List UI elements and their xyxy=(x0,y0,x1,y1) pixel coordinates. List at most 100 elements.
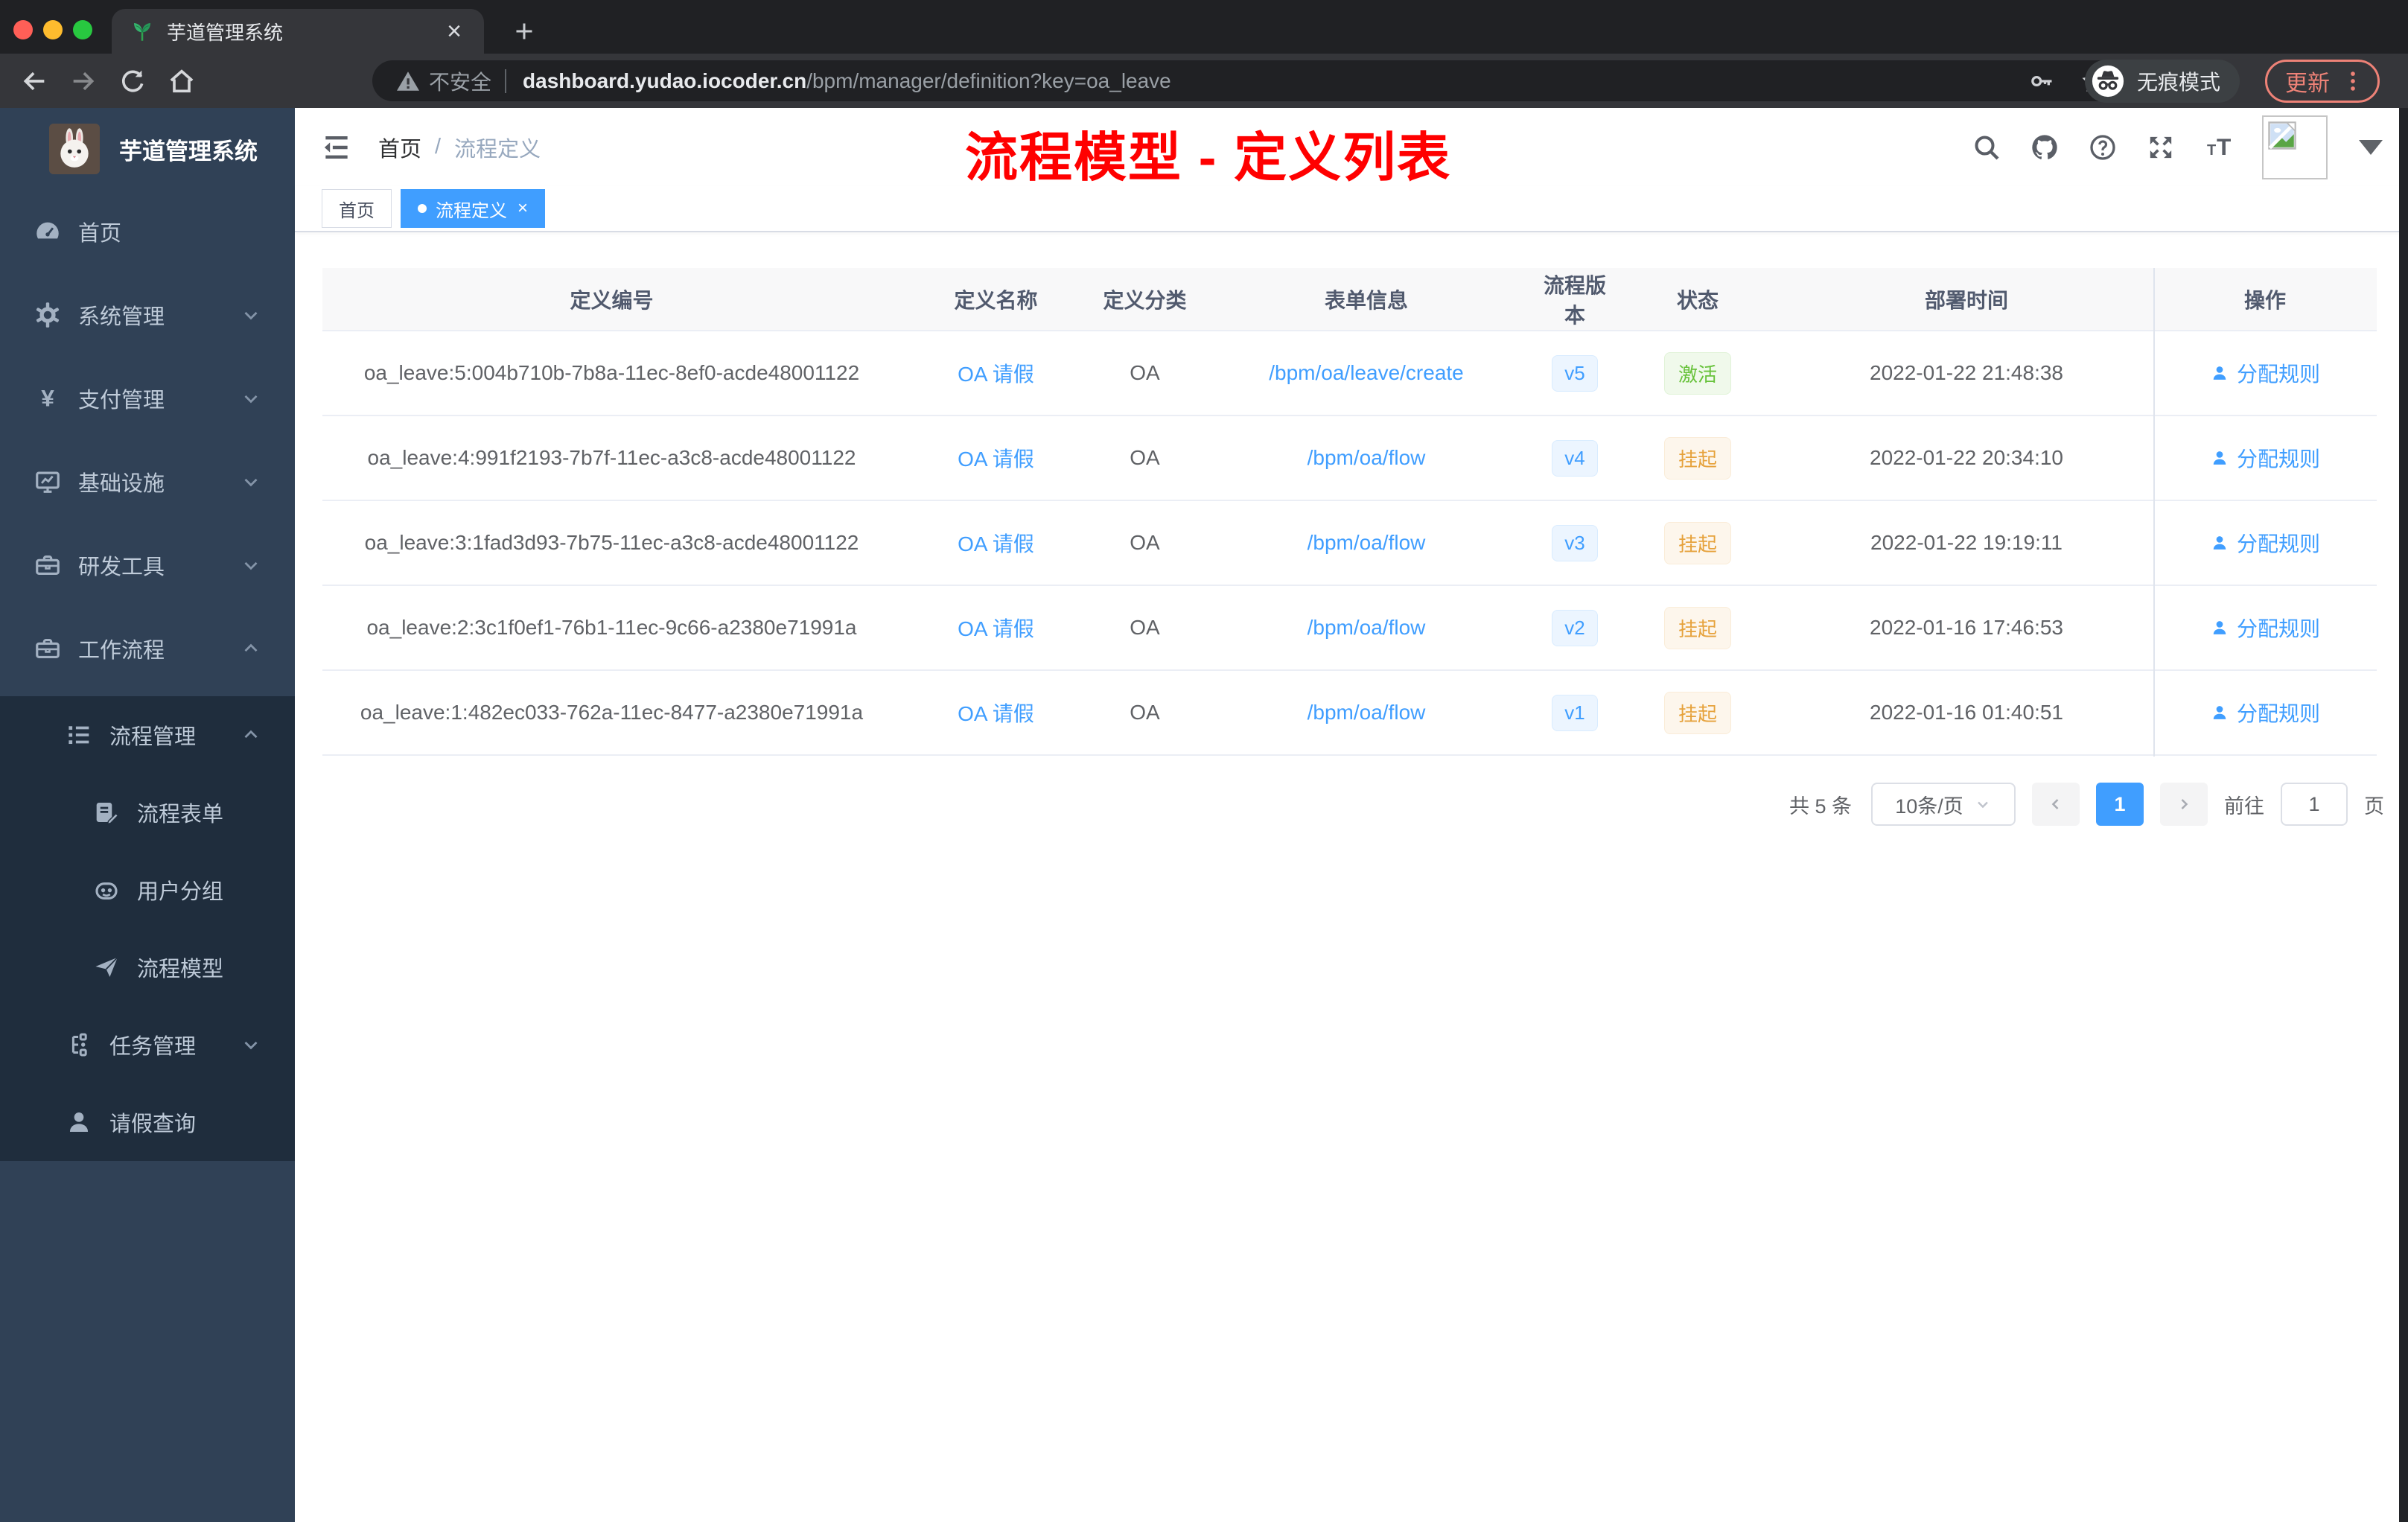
page-number-button[interactable]: 1 xyxy=(2096,783,2144,826)
table-body: oa_leave:5:004b710b-7b8a-11ec-8ef0-acde4… xyxy=(322,330,2377,756)
sidebar-item-toolbox[interactable]: 工作流程 xyxy=(0,607,295,690)
avatar-dropdown-caret-icon[interactable] xyxy=(2359,139,2383,155)
definition-name-link[interactable]: OA 请假 xyxy=(958,532,1034,555)
assign-rule-link[interactable]: 分配规则 xyxy=(2210,698,2320,727)
cell-status: 激活 xyxy=(1616,330,1780,416)
cell-form-link[interactable]: /bpm/oa/flow xyxy=(1199,585,1534,671)
home-button-icon[interactable] xyxy=(167,66,197,96)
cell-form-link[interactable]: /bpm/oa/leave/create xyxy=(1199,330,1534,416)
assign-rule-link[interactable]: 分配规则 xyxy=(2210,613,2320,643)
page-unit-label: 页 xyxy=(2364,795,2384,818)
sidebar-item-org[interactable]: 任务管理 xyxy=(0,1006,295,1083)
sidebar-item-yen[interactable]: ¥ 支付管理 xyxy=(0,357,295,440)
prev-page-button[interactable] xyxy=(2032,783,2080,826)
sidebar-item-list-tree[interactable]: 流程管理 xyxy=(0,696,295,774)
forward-button-icon[interactable] xyxy=(69,66,98,96)
cell-status: 挂起 xyxy=(1616,585,1780,671)
sidebar-item-monitor[interactable]: 基础设施 xyxy=(0,440,295,523)
sidebar-item-gauge[interactable]: 首页 xyxy=(0,190,295,273)
cell-definition-name[interactable]: OA 请假 xyxy=(901,330,1091,416)
sidebar-item-gear[interactable]: 系统管理 xyxy=(0,273,295,357)
help-icon[interactable] xyxy=(2088,133,2118,162)
assign-rule-link[interactable]: 分配规则 xyxy=(2210,443,2320,473)
tag-label: 首页 xyxy=(339,200,375,221)
page-scrollbar[interactable] xyxy=(2399,108,2408,1522)
cell-definition-name[interactable]: OA 请假 xyxy=(901,670,1091,756)
cell-action[interactable]: 分配规则 xyxy=(2153,585,2377,671)
status-tag: 挂起 xyxy=(1663,436,1731,480)
page-size-select[interactable]: 10条/页 xyxy=(1871,783,2016,826)
table-row: oa_leave:5:004b710b-7b8a-11ec-8ef0-acde4… xyxy=(322,330,2377,416)
cell-definition-name[interactable]: OA 请假 xyxy=(901,415,1091,501)
url-bar[interactable]: 不安全 dashboard.yudao.iocoder.cn/bpm/manag… xyxy=(372,60,2130,101)
sidebar-item-label: 首页 xyxy=(78,222,122,246)
search-icon[interactable] xyxy=(1972,133,2001,162)
sidebar-item-robot[interactable]: 用户分组 xyxy=(0,851,295,929)
new-tab-button[interactable] xyxy=(503,10,545,52)
column-header: 定义名称 xyxy=(901,268,1091,331)
goto-page-input[interactable] xyxy=(2281,783,2348,826)
sidebar-item-toolbox[interactable]: 研发工具 xyxy=(0,523,295,607)
fixed-column-divider xyxy=(2153,268,2155,757)
definition-name-link[interactable]: OA 请假 xyxy=(958,617,1034,640)
security-warning-icon[interactable] xyxy=(395,68,421,95)
cell-category: OA xyxy=(1091,585,1199,671)
cell-definition-name[interactable]: OA 请假 xyxy=(901,585,1091,671)
sidebar-item-plane[interactable]: 流程模型 xyxy=(0,929,295,1006)
browser-tab[interactable]: 芋道管理系统 × xyxy=(112,9,484,54)
breadcrumb-home[interactable]: 首页 xyxy=(378,132,421,163)
pagination: 共 5 条 10条/页 1 前往 页 xyxy=(322,783,2408,826)
window-minimize-button[interactable] xyxy=(43,20,63,39)
definition-name-link[interactable]: OA 请假 xyxy=(958,702,1034,725)
cell-form-link[interactable]: /bpm/oa/flow xyxy=(1199,415,1534,501)
cell-action[interactable]: 分配规则 xyxy=(2153,670,2377,756)
next-page-button[interactable] xyxy=(2160,783,2208,826)
sidebar-logo-row[interactable]: 芋道管理系统 xyxy=(0,108,295,190)
fullscreen-icon[interactable] xyxy=(2146,133,2176,162)
assign-rule-link[interactable]: 分配规则 xyxy=(2210,358,2320,388)
cell-form-link[interactable]: /bpm/oa/flow xyxy=(1199,670,1534,756)
form-link[interactable]: /bpm/oa/flow xyxy=(1307,446,1426,469)
sidebar-item-label: 研发工具 xyxy=(78,555,165,579)
avatar[interactable] xyxy=(2262,115,2328,179)
cell-action[interactable]: 分配规则 xyxy=(2153,415,2377,501)
sidebar-item-person[interactable]: 请假查询 xyxy=(0,1083,295,1161)
update-browser-button[interactable]: 更新 xyxy=(2265,60,2380,103)
overflow-menu-icon xyxy=(2351,71,2355,91)
broken-image-icon xyxy=(2267,120,2298,151)
cell-version: v3 xyxy=(1534,500,1616,586)
tag-active[interactable]: 流程定义 × xyxy=(401,189,546,228)
cell-action[interactable]: 分配规则 xyxy=(2153,500,2377,586)
cell-action[interactable]: 分配规则 xyxy=(2153,330,2377,416)
sidebar-item-label: 基础设施 xyxy=(78,472,165,496)
form-link[interactable]: /bpm/oa/flow xyxy=(1307,531,1426,554)
sidebar-item-label: 工作流程 xyxy=(78,639,165,663)
table-row: oa_leave:3:1fad3d93-7b75-11ec-a3c8-acde4… xyxy=(322,500,2377,586)
sidebar-toggle-icon[interactable] xyxy=(320,131,353,164)
cell-definition-name[interactable]: OA 请假 xyxy=(901,500,1091,586)
tag-close-icon[interactable]: × xyxy=(517,198,528,219)
column-header: 操作 xyxy=(2153,268,2377,331)
robot-icon xyxy=(92,876,121,904)
form-link[interactable]: /bpm/oa/flow xyxy=(1307,701,1426,724)
github-icon[interactable] xyxy=(2030,133,2060,162)
window-close-button[interactable] xyxy=(13,20,33,39)
reload-button-icon[interactable] xyxy=(118,66,147,96)
back-button-icon[interactable] xyxy=(19,66,49,96)
font-size-icon[interactable]: TT xyxy=(2204,133,2234,162)
definition-name-link[interactable]: OA 请假 xyxy=(958,363,1034,386)
cell-form-link[interactable]: /bpm/oa/flow xyxy=(1199,500,1534,586)
person-icon xyxy=(65,1108,93,1136)
form-link[interactable]: /bpm/oa/leave/create xyxy=(1269,361,1464,384)
tab-close-icon[interactable]: × xyxy=(442,17,466,46)
assign-rule-link[interactable]: 分配规则 xyxy=(2210,528,2320,558)
status-tag: 激活 xyxy=(1663,351,1731,395)
window-maximize-button[interactable] xyxy=(73,20,92,39)
sidebar-item-form[interactable]: 流程表单 xyxy=(0,774,295,851)
password-key-icon[interactable] xyxy=(2028,68,2055,95)
cell-version: v4 xyxy=(1534,415,1616,501)
version-badge: v1 xyxy=(1552,694,1598,731)
form-link[interactable]: /bpm/oa/flow xyxy=(1307,616,1426,639)
tag-inactive[interactable]: 首页 xyxy=(322,189,392,228)
definition-name-link[interactable]: OA 请假 xyxy=(958,448,1034,471)
